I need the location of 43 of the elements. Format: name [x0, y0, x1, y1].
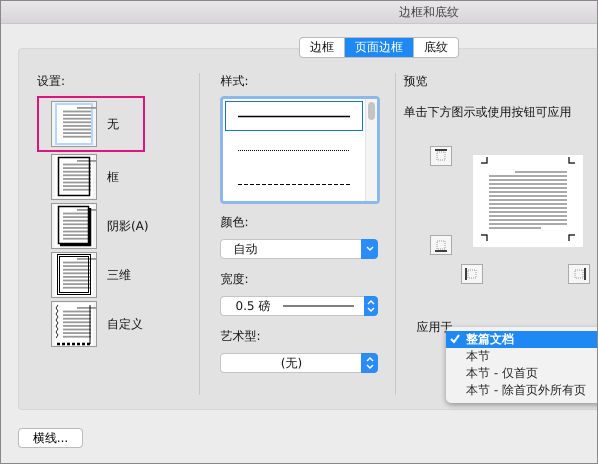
setting-label: 三维: [107, 266, 131, 284]
preview-label: 预览: [404, 73, 429, 90]
width-select[interactable]: 0.5 磅: [220, 296, 378, 316]
menu-item[interactable]: 本节 - 除首页外所有页: [446, 382, 597, 399]
horizontal-line-button[interactable]: 横线...: [18, 428, 83, 448]
border-setting-icon[interactable]: [51, 154, 97, 200]
line-sample-icon: [238, 182, 350, 186]
settings-label: 设置:: [37, 73, 66, 90]
bottom-border-button[interactable]: [430, 235, 452, 255]
top-border-button[interactable]: [430, 146, 452, 166]
setting-label: 阴影(A): [107, 218, 149, 234]
width-label: 宽度:: [220, 271, 250, 288]
border-setting-icon[interactable]: [51, 203, 97, 249]
menu-item[interactable]: 本节 - 仅首页: [446, 365, 597, 382]
check-icon: [450, 334, 460, 344]
tab[interactable]: 底纹: [414, 37, 459, 58]
style-list[interactable]: [220, 96, 380, 204]
setting-label: 框: [107, 168, 119, 186]
scrollbar-thumb[interactable]: [368, 102, 376, 120]
color-select[interactable]: 自动: [220, 239, 378, 259]
art-select[interactable]: (无): [220, 353, 378, 373]
line-sample-icon: [283, 304, 354, 308]
style-label: 样式:: [220, 73, 250, 90]
preview-hint: 单击下方图示或使用按钮可应用: [404, 104, 573, 121]
chevron-icon: [366, 246, 374, 252]
color-label: 颜色:: [220, 214, 250, 231]
border-setting-icon[interactable]: [51, 252, 97, 298]
left-border-button[interactable]: [460, 264, 483, 284]
stepper-icon: [367, 300, 376, 312]
menu-item[interactable]: 整篇文档: [446, 331, 597, 348]
line-style-option[interactable]: [225, 101, 364, 131]
art-label: 艺术型:: [220, 328, 262, 345]
tab[interactable]: 边框: [299, 37, 345, 58]
border-setting-icon[interactable]: [51, 301, 97, 347]
window-title: 边框和底纹: [399, 4, 459, 20]
line-sample-icon: [238, 148, 350, 152]
stepper-icon: [366, 357, 374, 369]
setting-label: 无: [107, 116, 119, 132]
line-sample-icon: [238, 114, 350, 118]
tab[interactable]: 页面边框: [345, 37, 414, 58]
right-border-button[interactable]: [568, 264, 590, 284]
menu-item[interactable]: 本节: [446, 348, 597, 365]
setting-label: 自定义: [107, 316, 143, 332]
